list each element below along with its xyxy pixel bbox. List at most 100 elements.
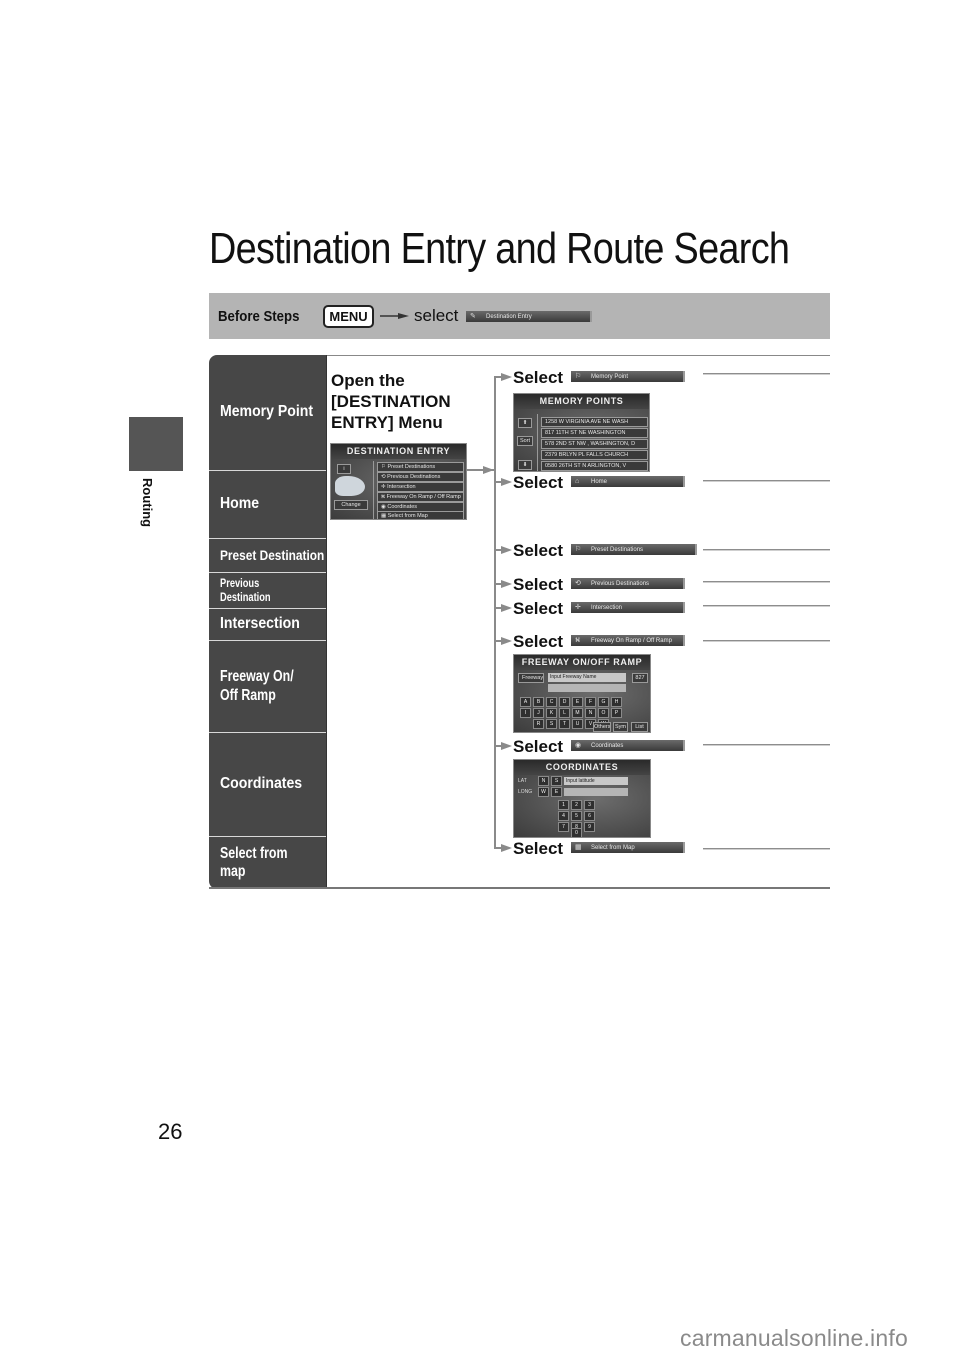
intersection-icon: ✛ xyxy=(575,604,581,611)
key[interactable]: U xyxy=(572,719,583,729)
west-button[interactable]: W xyxy=(538,787,549,797)
scroll-down-button[interactable]: ⬇ xyxy=(518,460,532,470)
step-button-previous-destinations[interactable]: ⟲ Previous Destinations xyxy=(571,578,685,589)
freeway-name-input[interactable]: Input Freeway Name xyxy=(548,673,626,682)
select-label: Select xyxy=(513,368,564,387)
digit-key[interactable]: 9 xyxy=(584,822,595,832)
chapter-label: Routing xyxy=(140,478,170,538)
key[interactable]: K xyxy=(546,708,557,718)
result-rule xyxy=(703,605,830,607)
latitude-input[interactable]: Input latitude xyxy=(564,777,628,785)
previous-destination-icon: ⟲ xyxy=(381,474,386,480)
select-label: Select xyxy=(513,599,564,618)
key[interactable]: A xyxy=(520,697,531,707)
menu-item-previous-destinations[interactable]: ⟲ Previous Destinations xyxy=(377,472,464,482)
digit-key[interactable]: 0 xyxy=(571,828,582,837)
freeway-icon: ⛕ xyxy=(575,637,581,644)
menu-item-select-from-map[interactable]: ▦ Select from Map xyxy=(377,511,464,519)
destination-entry-button[interactable]: ✎ Destination Entry xyxy=(466,311,592,322)
screen-title: DESTINATION ENTRY xyxy=(331,444,466,459)
longitude-input[interactable] xyxy=(564,788,628,796)
category-label: Freeway On/Off Ramp xyxy=(220,668,304,705)
open-menu-instruction: Open the [DESTINATION ENTRY] Menu xyxy=(331,370,451,433)
digit-key[interactable]: 7 xyxy=(558,822,569,832)
key[interactable]: M xyxy=(572,708,583,718)
freeway-icon: ⛕ xyxy=(381,494,386,500)
memory-point-entry[interactable]: 817 11TH ST NE WASHINGTON xyxy=(541,428,648,438)
step-button-freeway-ramp[interactable]: ⛕ Freeway On Ramp / Off Ramp xyxy=(571,635,685,646)
digit-key[interactable]: 2 xyxy=(571,800,582,810)
category-coordinates: Coordinates xyxy=(209,733,326,837)
step-button-intersection[interactable]: ✛ Intersection xyxy=(571,602,685,613)
step-button-memory-point[interactable]: ⚐ Memory Point xyxy=(571,371,685,382)
menu-item-label: Previous Destinations xyxy=(387,474,441,480)
destination-entry-screen: DESTINATION ENTRY i Change ⚐ Preset Dest… xyxy=(330,443,467,520)
category-label: Previous Destination xyxy=(220,576,278,605)
memory-points-screen: MEMORY POINTS ⬆ Sort ⬇ 1258 W VIRGINIA A… xyxy=(513,393,650,472)
change-button[interactable]: Change xyxy=(334,500,368,510)
key[interactable]: J xyxy=(533,708,544,718)
category-select-from-map: Select from map xyxy=(209,837,326,889)
key[interactable]: H xyxy=(611,697,622,707)
step-button-label: Memory Point xyxy=(591,374,629,380)
freeway-input-row-2 xyxy=(548,684,626,692)
category-label: Select from map xyxy=(220,845,297,882)
chapter-tab xyxy=(129,417,183,471)
coordinates-screen: COORDINATES LAT LONG N S W E Input latit… xyxy=(513,759,651,838)
east-button[interactable]: E xyxy=(551,787,562,797)
step-button-label: Home xyxy=(591,479,608,485)
digit-key[interactable]: 1 xyxy=(558,800,569,810)
north-button[interactable]: N xyxy=(538,776,549,786)
select-label: Select xyxy=(513,575,564,594)
key[interactable]: P xyxy=(611,708,622,718)
page-number: 26 xyxy=(158,1119,183,1144)
step-button-coordinates[interactable]: ◉ Coordinates xyxy=(571,740,685,751)
arrow-right-icon xyxy=(501,637,512,645)
category-previous-destination: Previous Destination xyxy=(209,573,326,609)
step-button-home[interactable]: ⌂ Home xyxy=(571,476,685,487)
arrow-right-icon xyxy=(501,373,512,381)
scroll-up-button[interactable]: ⬆ xyxy=(518,418,532,428)
sort-button[interactable]: Sort xyxy=(517,436,533,446)
category-label: Intersection xyxy=(220,615,300,633)
key[interactable]: I xyxy=(520,708,531,718)
watermark: carmanualsonline.info xyxy=(680,1325,908,1351)
menu-item-freeway-ramp[interactable]: ⛕ Freeway On Ramp / Off Ramp xyxy=(377,492,464,502)
key[interactable]: T xyxy=(559,719,570,729)
before-steps-label: Before Steps xyxy=(218,308,300,325)
digit-key[interactable]: 4 xyxy=(558,811,569,821)
select-label: Select xyxy=(513,473,564,492)
memory-point-entry[interactable]: 1258 W VIRGINIA AVE NE WASH xyxy=(541,417,648,427)
key[interactable]: N xyxy=(585,708,596,718)
key[interactable]: C xyxy=(546,697,557,707)
list-button[interactable]: List xyxy=(631,722,648,732)
key[interactable]: F xyxy=(585,697,596,707)
category-home: Home xyxy=(209,471,326,539)
key[interactable]: E xyxy=(572,697,583,707)
step-button-select-from-map[interactable]: ▦ Select from Map xyxy=(571,842,685,853)
memory-point-entry[interactable]: 0580 26TH ST N ARLINGTON, V xyxy=(541,461,648,471)
key[interactable]: G xyxy=(598,697,609,707)
key[interactable]: R xyxy=(533,719,544,729)
digit-key[interactable]: 6 xyxy=(584,811,595,821)
step-button-preset-destinations[interactable]: ⚐ Preset Destinations xyxy=(571,544,697,555)
others-button[interactable]: Others xyxy=(593,722,611,732)
menu-item-preset-destinations[interactable]: ⚐ Preset Destinations xyxy=(377,462,464,472)
digit-key[interactable]: 5 xyxy=(571,811,582,821)
south-button[interactable]: S xyxy=(551,776,562,786)
key[interactable]: L xyxy=(559,708,570,718)
sym-button[interactable]: Sym xyxy=(613,722,628,732)
menu-item-intersection[interactable]: ✛ Intersection xyxy=(377,482,464,492)
digit-key[interactable]: 3 xyxy=(584,800,595,810)
key[interactable]: O xyxy=(598,708,609,718)
memory-point-entry[interactable]: 578 2ND ST NW , WASHINGTON, D xyxy=(541,439,648,449)
result-rule xyxy=(703,549,830,551)
key[interactable]: B xyxy=(533,697,544,707)
info-button[interactable]: i xyxy=(337,464,351,474)
key[interactable]: S xyxy=(546,719,557,729)
key[interactable]: D xyxy=(559,697,570,707)
memory-point-entry[interactable]: 2379 BRLYN PL FALLS CHURCH xyxy=(541,450,648,460)
menu-key[interactable]: MENU xyxy=(323,305,374,328)
category-label: Home xyxy=(220,495,260,513)
arrow-right-icon xyxy=(380,313,409,319)
